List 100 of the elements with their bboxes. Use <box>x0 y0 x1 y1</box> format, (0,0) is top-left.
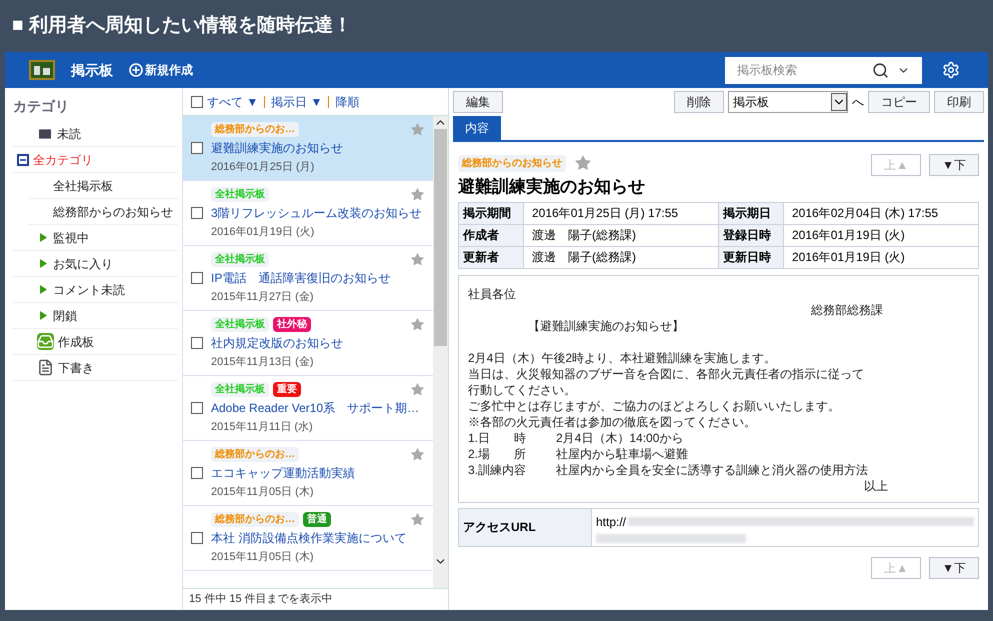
category-tag: 普通 <box>303 512 331 526</box>
board-select[interactable]: 掲示板 <box>728 91 848 113</box>
sidebar-item[interactable]: 全社掲示板 <box>29 173 178 199</box>
move-suffix: へ <box>852 94 864 111</box>
post-title-link[interactable]: 避難訓練実施のお知らせ <box>211 139 343 157</box>
board-logo-icon <box>29 60 55 80</box>
search-field[interactable]: 掲示板検索 <box>737 61 864 79</box>
scrollbar[interactable] <box>433 116 448 588</box>
post-title-link[interactable]: 社内規定改版のお知らせ <box>211 334 343 352</box>
body-item-label: 2.場 所 <box>468 446 528 462</box>
post-title-link[interactable]: 3階リフレッシュルーム改装のお知らせ <box>211 204 422 222</box>
play-icon <box>37 232 49 244</box>
list-filter-link[interactable]: すべて ▼ <box>207 92 258 110</box>
sidebar-item[interactable]: 閉鎖 <box>13 303 178 329</box>
meta-label: 掲示期間 <box>458 202 524 224</box>
body-text: 社屋内から全員を安全に誘導する訓練と消火器の使用方法 <box>556 462 868 478</box>
category-tag: 全社掲示板 <box>211 252 269 266</box>
sidebar-item[interactable]: 総務部からのお知らせ <box>29 199 178 225</box>
category-tag: 総務部からのお… <box>211 122 299 136</box>
sidebar-item[interactable]: お気に入り <box>13 251 178 277</box>
settings-icon[interactable] <box>942 61 960 79</box>
body-text: 総務部総務課 <box>811 302 883 318</box>
plus-circle-icon <box>129 63 143 77</box>
edit-button[interactable]: 編集 <box>453 91 503 113</box>
post-date: 2015年11月27日 (金) <box>210 290 315 305</box>
checkbox[interactable] <box>191 142 203 154</box>
content-tab[interactable]: 内容 <box>453 116 501 140</box>
checkbox[interactable] <box>191 467 203 479</box>
post-date: 2015年11月13日 (金) <box>210 355 315 370</box>
checkbox[interactable] <box>191 337 203 349</box>
meta-value: 渡邊 陽子(総務課) <box>524 224 718 246</box>
checkbox[interactable] <box>191 402 203 414</box>
post-title-link[interactable]: Adobe Reader Ver10系 サポート期… <box>211 399 420 417</box>
body-text: 以上 <box>864 478 888 494</box>
body-text: 社屋内から駐車場へ避難 <box>556 446 688 462</box>
star-icon[interactable] <box>410 446 425 462</box>
tray-icon <box>37 333 54 350</box>
list-filter-link[interactable]: 降順 <box>335 92 360 110</box>
meta-value: 2016年01月25日 (月) 17:55 <box>524 202 718 224</box>
meta-value: 2016年01月19日 (火) <box>784 246 978 268</box>
delete-button[interactable]: 削除 <box>674 91 724 113</box>
star-icon[interactable] <box>574 154 592 172</box>
checkbox[interactable] <box>191 532 203 544</box>
star-icon[interactable] <box>410 252 425 266</box>
search-box[interactable]: 掲示板検索 <box>725 56 922 84</box>
sidebar-item[interactable]: コメント未読 <box>13 277 178 303</box>
url-label: アクセスURL <box>459 508 592 546</box>
new-post-button[interactable]: 新規作成 <box>129 61 193 79</box>
star-icon[interactable] <box>410 512 425 526</box>
star-icon[interactable] <box>410 122 425 136</box>
category-tag: 全社掲示板 <box>211 382 269 396</box>
post-title-link[interactable]: IP電話 通話障害復旧のお知らせ <box>211 269 390 287</box>
list-filter-link[interactable]: 掲示日 ▼ <box>271 92 322 110</box>
page-nav-button[interactable]: ▼下 <box>929 556 979 578</box>
post-date: 2015年11月11日 (水) <box>210 420 314 435</box>
body-text: 【避難訓練実施のお知らせ】 <box>528 318 684 332</box>
meta-value: 2016年02月04日 (木) 17:55 <box>784 202 978 224</box>
post-date: 2015年11月05日 (木) <box>210 485 315 500</box>
checkbox[interactable] <box>191 207 203 219</box>
document-icon <box>37 359 54 376</box>
star-icon[interactable] <box>410 382 425 396</box>
category-tag: 全社掲示板 <box>211 316 269 332</box>
print-button[interactable]: 印刷 <box>934 91 984 113</box>
star-icon[interactable] <box>410 186 425 202</box>
copy-button[interactable]: コピー <box>868 91 930 113</box>
select-all-checkbox[interactable] <box>191 96 203 108</box>
meta-value: 2016年01月19日 (火) <box>784 224 978 246</box>
post-list-item[interactable]: 総務部からのお… 避難訓練実施のお知らせ 2016年01月25日 (月) <box>183 116 433 181</box>
body-item-label: 3.訓練内容 <box>468 462 528 478</box>
meta-label: 更新者 <box>458 246 524 268</box>
category-tag: 総務部からのお… <box>211 446 299 462</box>
url-text: http:// <box>596 514 626 530</box>
post-date: 2016年01月19日 (火) <box>210 225 316 240</box>
sidebar-item[interactable]: 下書き <box>13 355 178 381</box>
post-date: 2016年01月25日 (月) <box>210 160 316 175</box>
search-icon[interactable] <box>872 62 889 78</box>
play-icon <box>37 284 49 296</box>
category-tag: 総務部からのお… <box>211 512 299 526</box>
post-title-link[interactable]: 本社 消防設備点検作業実施について <box>211 529 406 547</box>
page-nav-button[interactable]: ▼下 <box>929 154 979 176</box>
sidebar-item[interactable]: 監視中 <box>13 225 178 251</box>
dropdown-icon[interactable] <box>831 93 847 111</box>
post-title-link[interactable]: エコキャップ運動活動実績 <box>211 464 355 482</box>
body-text: 社員各位 <box>468 286 517 302</box>
collapse-icon[interactable] <box>17 154 29 166</box>
page-title: ■ 利用者へ周知したい情報を随時伝達！ <box>11 14 353 38</box>
post-title: 避難訓練実施のお知らせ <box>458 176 645 198</box>
post-date: 2015年11月05日 (木) <box>210 550 315 565</box>
body-text: 2月4日（木）午後2時より、本社避難訓練を実施します。 <box>468 350 778 366</box>
sidebar-item[interactable]: 作成板 <box>13 329 178 355</box>
list-status: 15 件中 15 件目までを表示中 <box>183 588 448 610</box>
category-tag: 重要 <box>273 382 301 396</box>
meta-value: 渡邊 陽子(総務課) <box>524 246 718 268</box>
sidebar-item[interactable]: 未読 <box>13 121 178 147</box>
sidebar-item[interactable]: 全カテゴリ <box>13 147 178 173</box>
category-tag: 社外秘 <box>273 316 311 332</box>
star-icon[interactable] <box>410 316 425 332</box>
body-text: 行動してください。 <box>468 382 577 398</box>
sidebar-heading: カテゴリ <box>13 97 70 116</box>
checkbox[interactable] <box>191 272 203 284</box>
